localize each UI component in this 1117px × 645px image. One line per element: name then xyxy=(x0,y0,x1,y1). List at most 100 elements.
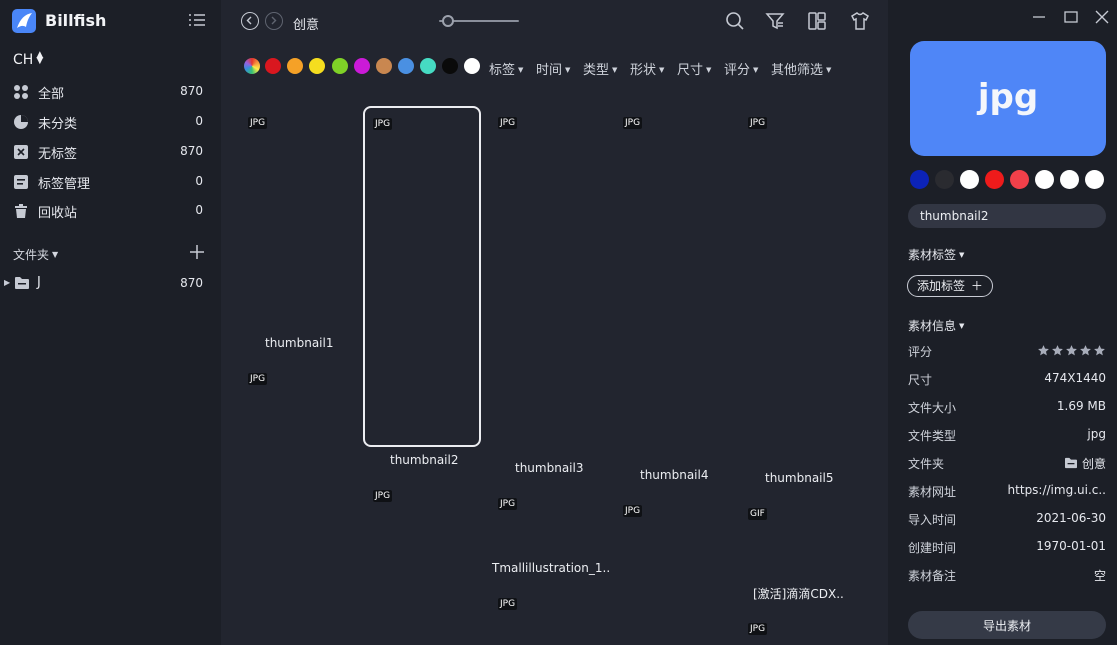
info-key: 评分 xyxy=(908,345,933,359)
info-row-created-time: 创建时间 1970-01-01 xyxy=(908,539,1106,557)
asset-card-selected[interactable]: JPG xyxy=(363,106,481,447)
info-value: jpg xyxy=(1087,427,1106,441)
folder-count: 870 xyxy=(180,276,203,290)
asset-card[interactable]: JPG xyxy=(243,108,358,336)
sidebar-item-count: 0 xyxy=(195,203,203,217)
tags-section-toggle[interactable]: 素材标签 ▼ xyxy=(908,246,964,263)
pie-icon xyxy=(13,114,29,130)
info-row-folder: 文件夹 创意 xyxy=(908,455,1106,473)
sidebar-item-tag-manage[interactable]: 标签管理 0 xyxy=(0,167,221,197)
info-section-title: 素材信息 xyxy=(908,319,957,333)
asset-name[interactable]: Tmallillustration_1.. xyxy=(492,561,610,575)
info-value: 474X1440 xyxy=(1044,371,1106,385)
file-type-badge: JPG xyxy=(623,505,643,517)
folders-section-toggle[interactable]: 文件夹 ▼ xyxy=(13,246,58,263)
sidebar-item-uncategorized[interactable]: 未分类 0 xyxy=(0,107,221,137)
star-icon[interactable] xyxy=(1093,344,1106,357)
asset-card[interactable]: JPG xyxy=(493,489,608,553)
asset-name[interactable]: thumbnail2 xyxy=(390,453,458,467)
palette-color[interactable] xyxy=(1010,170,1029,189)
sidebar-item-count: 870 xyxy=(180,144,203,158)
app-title: Billfish xyxy=(45,11,107,30)
billfish-logo-icon xyxy=(12,9,36,33)
info-row-dimensions: 尺寸 474X1440 xyxy=(908,371,1106,389)
sidebar-item-all[interactable]: 全部 870 xyxy=(0,77,221,107)
list-menu-icon[interactable] xyxy=(188,12,206,28)
info-value: 1970-01-01 xyxy=(1036,539,1106,553)
folder-item-j[interactable]: ▶ J 870 xyxy=(0,272,221,296)
asset-name[interactable]: thumbnail1 xyxy=(265,336,333,350)
caret-down-icon: ▼ xyxy=(959,251,965,259)
asset-card[interactable]: JPG xyxy=(243,364,358,624)
tag-manage-icon xyxy=(13,174,29,190)
file-type-badge: JPG xyxy=(498,498,518,510)
palette-color[interactable] xyxy=(935,170,954,189)
asset-name-field[interactable] xyxy=(908,204,1106,228)
info-row-rating: 评分 xyxy=(908,343,1106,361)
library-name: CH xyxy=(13,52,34,68)
asset-name[interactable]: thumbnail4 xyxy=(640,468,708,482)
info-value: 1.69 MB xyxy=(1056,399,1106,413)
star-icon[interactable] xyxy=(1079,344,1092,357)
info-key: 素材网址 xyxy=(908,485,957,499)
sidebar-item-label: 回收站 xyxy=(38,206,78,221)
asset-name[interactable]: thumbnail3 xyxy=(515,461,583,475)
sidebar-item-trash[interactable]: 回收站 0 xyxy=(0,196,221,226)
rating-stars[interactable] xyxy=(1036,344,1106,361)
sidebar-item-count: 870 xyxy=(180,84,203,98)
file-type-badge: JPG xyxy=(623,117,643,129)
info-key: 文件夹 xyxy=(908,457,945,471)
info-section-toggle[interactable]: 素材信息 ▼ xyxy=(908,317,964,334)
palette-color[interactable] xyxy=(1035,170,1054,189)
info-note-value[interactable]: 空 xyxy=(1094,567,1106,584)
sidebar-item-untagged[interactable]: 无标签 870 xyxy=(0,137,221,167)
asset-card[interactable]: JPG xyxy=(493,108,608,458)
add-tag-label: 添加标签 xyxy=(917,279,966,293)
preview-format-text: jpg xyxy=(977,77,1039,117)
add-tag-button[interactable]: 添加标签 ＋ xyxy=(907,275,993,297)
caret-down-icon: ▼ xyxy=(959,322,965,330)
palette-color[interactable] xyxy=(1085,170,1104,189)
info-key: 文件大小 xyxy=(908,401,957,415)
palette-color[interactable] xyxy=(960,170,979,189)
export-asset-button[interactable]: 导出素材 xyxy=(908,611,1106,639)
info-folder-value[interactable]: 创意 xyxy=(1064,455,1106,472)
minimize-icon[interactable] xyxy=(1031,9,1047,25)
folder-label: J xyxy=(37,275,41,290)
palette-color[interactable] xyxy=(1060,170,1079,189)
file-type-badge: JPG xyxy=(248,373,268,385)
library-switcher[interactable]: CH ▲ ▼ xyxy=(13,50,44,69)
star-icon[interactable] xyxy=(1037,344,1050,357)
asset-card[interactable]: JPG xyxy=(618,108,733,466)
info-url-value[interactable]: https://img.ui.c.. xyxy=(1008,483,1106,497)
star-icon[interactable] xyxy=(1051,344,1064,357)
untagged-icon xyxy=(13,144,29,160)
palette-color[interactable] xyxy=(910,170,929,189)
info-key: 素材备注 xyxy=(908,569,957,583)
asset-card[interactable]: JPG xyxy=(743,614,858,644)
asset-card[interactable]: JPG xyxy=(493,589,608,639)
file-type-badge: GIF xyxy=(748,508,767,520)
asset-card[interactable]: JPG xyxy=(618,496,733,636)
sidebar-item-label: 标签管理 xyxy=(38,177,91,192)
asset-preview[interactable]: jpg xyxy=(910,41,1106,156)
asset-card[interactable]: JPG xyxy=(743,108,858,468)
close-icon[interactable] xyxy=(1094,9,1110,25)
asset-card[interactable]: JPG xyxy=(368,481,483,631)
expand-triangle-icon[interactable]: ▶ xyxy=(4,278,10,287)
asset-name[interactable]: [激活]滴滴CDX.. xyxy=(753,585,844,602)
sidebar: Billfish CH ▲ ▼ 全部 870 未分类 0 无标签 870 标签管… xyxy=(0,0,221,645)
star-icon[interactable] xyxy=(1065,344,1078,357)
updown-icon: ▲ ▼ xyxy=(36,50,44,66)
info-key: 创建时间 xyxy=(908,541,957,555)
main-area: 创意 标签▼ 时间▼ 类型▼ 形状▼ 尺寸▼ 评分▼ 其他筛选▼ xyxy=(221,0,888,645)
asset-name[interactable]: thumbnail5 xyxy=(765,471,833,485)
asset-card[interactable]: GIF xyxy=(743,499,858,575)
sidebar-item-label: 全部 xyxy=(38,87,65,102)
maximize-icon[interactable] xyxy=(1063,9,1079,25)
sidebar-item-label: 未分类 xyxy=(38,117,78,132)
folder-icon xyxy=(1064,457,1077,469)
info-value: 2021-06-30 xyxy=(1036,511,1106,525)
palette-color[interactable] xyxy=(985,170,1004,189)
add-folder-icon[interactable] xyxy=(189,244,205,260)
